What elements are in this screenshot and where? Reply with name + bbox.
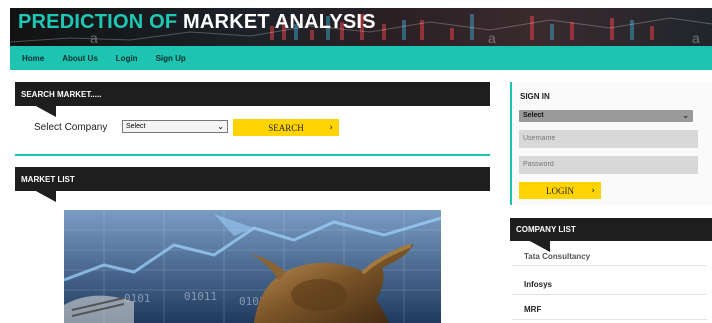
arrow-right-icon: › [591,185,595,196]
company-list-item[interactable]: Tata Consultancy [512,252,707,266]
search-button[interactable]: SEARCH › [233,119,339,136]
select-company-label: Select Company [34,122,108,133]
company-select[interactable]: Select ⌄ [122,120,228,133]
search-market-header: SEARCH MARKET..... [15,82,490,106]
svg-text:01011: 01011 [184,290,217,303]
bull-icon: 0101010110101101 [64,210,441,323]
nav-home[interactable]: Home [22,54,44,63]
username-input[interactable] [519,130,698,148]
user-type-select[interactable]: Select ⌄ [519,110,693,122]
search-market-title: SEARCH MARKET..... [21,89,102,99]
main-navbar: Home About Us Login Sign Up [10,46,712,70]
company-list-item[interactable]: Infosys [512,275,707,295]
company-list-item[interactable]: MRF [512,300,707,320]
watermark-glyph: a [488,30,496,46]
signin-panel: SIGN IN Select ⌄ LOGIN › [510,82,712,205]
market-list-title: MARKET LIST [21,174,75,184]
chevron-down-icon: ⌄ [682,111,689,120]
header-pointer [528,240,550,252]
search-panel: Select Company Select ⌄ SEARCH › [15,106,490,156]
user-type-select-value: Select [523,112,544,119]
chevron-down-icon: ⌄ [217,122,224,131]
company-list-header: COMPANY LIST [510,218,712,241]
header-pointer [34,190,56,202]
watermark-glyph: a [692,30,700,46]
site-title-main: MARKET ANALYSIS [183,11,376,33]
market-list-header: MARKET LIST [15,167,490,191]
login-button[interactable]: LOGIN › [519,182,601,199]
arrow-right-icon: › [329,122,333,133]
nav-sign-up[interactable]: Sign Up [156,54,186,63]
company-select-value: Select [126,123,146,130]
login-button-label: LOGIN [546,185,574,196]
watermark-glyph: a [90,30,98,46]
password-input[interactable] [519,156,698,174]
nav-login[interactable]: Login [116,54,138,63]
market-image: 0101010110101101 [64,210,441,323]
signin-title: SIGN IN [520,92,550,101]
site-title: PREDICTION OF MARKET ANALYSIS [18,11,376,34]
header-banner: PREDICTION OF MARKET ANALYSIS a a a [10,8,712,46]
search-button-label: SEARCH [268,122,304,133]
company-list-title: COMPANY LIST [516,225,576,234]
nav-about-us[interactable]: About Us [62,54,98,63]
